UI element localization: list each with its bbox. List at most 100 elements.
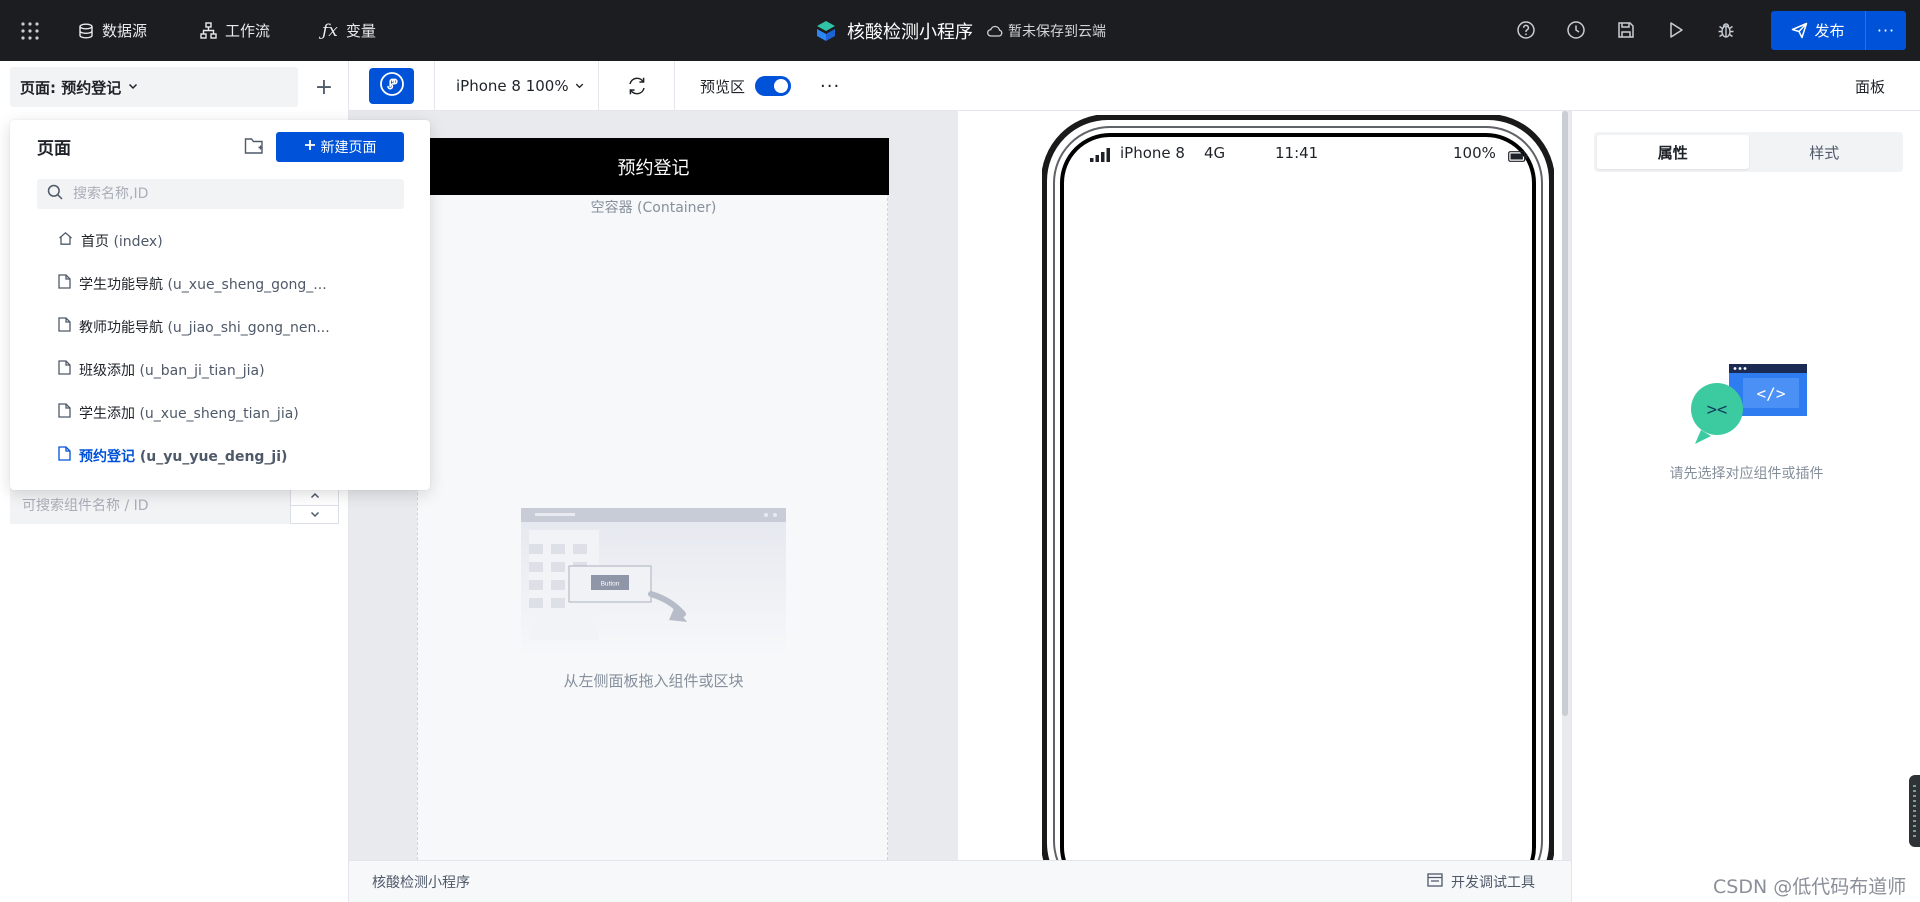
page-list-item-student-nav[interactable]: 学生功能导航 (u_xue_sheng_gong_... bbox=[10, 262, 430, 305]
page-name: 首页 bbox=[81, 233, 109, 250]
new-folder-icon[interactable] bbox=[242, 134, 266, 158]
carrier-text: iPhone 8 bbox=[1120, 144, 1185, 162]
app-title-area: 核酸检测小程序 暂未保存到云端 bbox=[815, 0, 1106, 61]
datasource-label: 数据源 bbox=[102, 22, 148, 40]
apps-grid-icon[interactable] bbox=[20, 0, 40, 61]
container-label: 空容器 (Container) bbox=[590, 200, 717, 216]
preview-toggle[interactable] bbox=[755, 76, 792, 96]
new-page-button[interactable]: 新建页面 bbox=[276, 132, 404, 162]
publish-main-button[interactable]: 发布 bbox=[1771, 11, 1865, 50]
toolbar-divider bbox=[598, 61, 599, 111]
empty-canvas-hint: 从左侧面板拖入组件或区块 bbox=[563, 672, 744, 690]
page-id: (u_xue_sheng_tian_jia) bbox=[139, 405, 299, 422]
workflow-menu[interactable]: 工作流 bbox=[200, 0, 270, 61]
page-list: 首页 (index) 学生功能导航 (u_xue_sheng_gong_... … bbox=[10, 219, 430, 477]
battery-text: 100% bbox=[1453, 144, 1496, 162]
component-search-input[interactable]: 可搜索组件名称 / ID bbox=[10, 486, 290, 524]
toolbar-divider bbox=[434, 61, 435, 111]
plus-icon bbox=[304, 139, 316, 155]
page-name: 教师功能导航 bbox=[79, 319, 163, 336]
canvas-toolbar: iPhone 8 100% 预览区 ··· 面板 bbox=[349, 61, 1920, 111]
publish-button[interactable]: 发布 ··· bbox=[1771, 11, 1906, 50]
datasource-menu[interactable]: 数据源 bbox=[78, 0, 147, 61]
miniprogram-icon bbox=[379, 71, 405, 101]
devtools-label: 开发调试工具 bbox=[1451, 875, 1535, 891]
canvas-footer: 核酸检测小程序 开发调试工具 bbox=[349, 860, 1571, 902]
battery-icon bbox=[1508, 148, 1528, 166]
chevron-down-icon bbox=[127, 78, 139, 96]
page-name: 学生功能导航 bbox=[79, 276, 163, 293]
component-search-nav bbox=[290, 486, 339, 524]
page-name: 预约登记 bbox=[79, 448, 135, 465]
run-preview-icon[interactable] bbox=[1665, 19, 1687, 41]
page-selector[interactable]: 页面: 预约登记 bbox=[10, 67, 298, 107]
network-text: 4G bbox=[1204, 144, 1226, 162]
drag-components-illustration: Button bbox=[521, 508, 786, 658]
page-id: (u_jiao_shi_gong_nen... bbox=[167, 319, 330, 336]
save-status-text: 暂未保存到云端 bbox=[1008, 23, 1106, 40]
bubble-text: >< bbox=[1707, 400, 1727, 420]
file-icon bbox=[58, 274, 71, 293]
select-component-hint: 请先选择对应组件或插件 bbox=[1669, 466, 1824, 482]
more-options-button[interactable]: ··· bbox=[820, 61, 840, 111]
right-panel: 属性 样式 </> >< 请先选择对应组件或插件 bbox=[1571, 111, 1920, 902]
publish-more-button[interactable]: ··· bbox=[1866, 11, 1906, 50]
history-icon[interactable] bbox=[1565, 19, 1587, 41]
send-icon bbox=[1791, 22, 1808, 39]
page-id: (u_ban_ji_tian_jia) bbox=[139, 362, 265, 379]
publish-label: 发布 bbox=[1814, 22, 1845, 40]
canvas-scrollbar[interactable] bbox=[1562, 111, 1568, 716]
tab-properties[interactable]: 属性 bbox=[1597, 135, 1749, 169]
debug-bug-icon[interactable] bbox=[1715, 19, 1737, 41]
cloud-icon bbox=[987, 25, 1003, 37]
page-list-item-class-add[interactable]: 班级添加 (u_ban_ji_tian_jia) bbox=[10, 348, 430, 391]
page-name: 班级添加 bbox=[79, 362, 135, 379]
page-list-item-teacher-nav[interactable]: 教师功能导航 (u_jiao_shi_gong_nen... bbox=[10, 305, 430, 348]
search-icon bbox=[47, 184, 63, 204]
preview-label: 预览区 bbox=[700, 77, 746, 96]
file-icon bbox=[58, 360, 71, 379]
editor-page-header: 预约登记 bbox=[418, 138, 889, 195]
new-page-label: 新建页面 bbox=[320, 140, 377, 156]
database-icon bbox=[78, 23, 94, 39]
workflow-icon bbox=[200, 22, 217, 39]
function-icon: ƒx bbox=[322, 20, 338, 41]
toolbar-divider bbox=[674, 61, 675, 111]
miniprogram-mode-button[interactable] bbox=[369, 68, 414, 104]
page-selector-label: 页面: 预约登记 bbox=[20, 78, 122, 97]
side-edge-widget[interactable] bbox=[1909, 775, 1920, 847]
help-icon[interactable] bbox=[1515, 19, 1537, 41]
time-text: 11:41 bbox=[1275, 144, 1319, 162]
phone-status-bar: iPhone 8 4G 11:41 100% bbox=[1090, 144, 1528, 164]
page-search-box bbox=[37, 179, 404, 209]
chevron-down-icon bbox=[574, 77, 585, 95]
panel-button[interactable]: 面板 bbox=[1855, 61, 1885, 111]
device-label: iPhone 8 100% bbox=[456, 77, 569, 95]
page-list-item-index[interactable]: 首页 (index) bbox=[10, 219, 430, 262]
chevron-down-icon[interactable] bbox=[291, 506, 338, 524]
workflow-label: 工作流 bbox=[225, 22, 271, 40]
variable-menu[interactable]: ƒx 变量 bbox=[322, 0, 376, 61]
variable-label: 变量 bbox=[345, 22, 376, 40]
add-page-button[interactable]: + bbox=[306, 67, 342, 107]
page-list-item-appointment[interactable]: 预约登记 (u_yu_yue_deng_ji) bbox=[10, 434, 430, 477]
top-bar: 数据源 工作流 ƒx 变量 核酸检测小程序 暂未保存到云端 发布 ··· bbox=[0, 0, 1920, 61]
page-id: (u_yu_yue_deng_ji) bbox=[139, 448, 288, 465]
page-search-input[interactable] bbox=[73, 186, 373, 202]
page-list-item-student-add[interactable]: 学生添加 (u_xue_sheng_tian_jia) bbox=[10, 391, 430, 434]
pages-popover-title: 页面 bbox=[37, 139, 71, 159]
editor-page-frame[interactable]: 预约登记 空容器 (Container) Button 从左侧面板拖入组件或区块 bbox=[417, 138, 889, 860]
footer-app-name: 核酸检测小程序 bbox=[372, 875, 470, 891]
tab-styles[interactable]: 样式 bbox=[1749, 135, 1901, 169]
save-icon[interactable] bbox=[1615, 19, 1637, 41]
device-selector[interactable]: iPhone 8 100% bbox=[456, 61, 585, 111]
illustration-button-text: Button bbox=[601, 581, 620, 588]
file-icon bbox=[58, 317, 71, 336]
preview-area: iPhone 8 4G 11:41 100% bbox=[958, 111, 1562, 860]
app-logo-icon bbox=[815, 20, 837, 42]
refresh-icon[interactable] bbox=[626, 75, 648, 97]
select-component-illustration: </> >< bbox=[1691, 364, 1807, 444]
code-tag-text: </> bbox=[1757, 384, 1786, 403]
page-id: (u_xue_sheng_gong_... bbox=[167, 276, 327, 293]
devtools-button[interactable]: 开发调试工具 bbox=[1427, 861, 1535, 902]
